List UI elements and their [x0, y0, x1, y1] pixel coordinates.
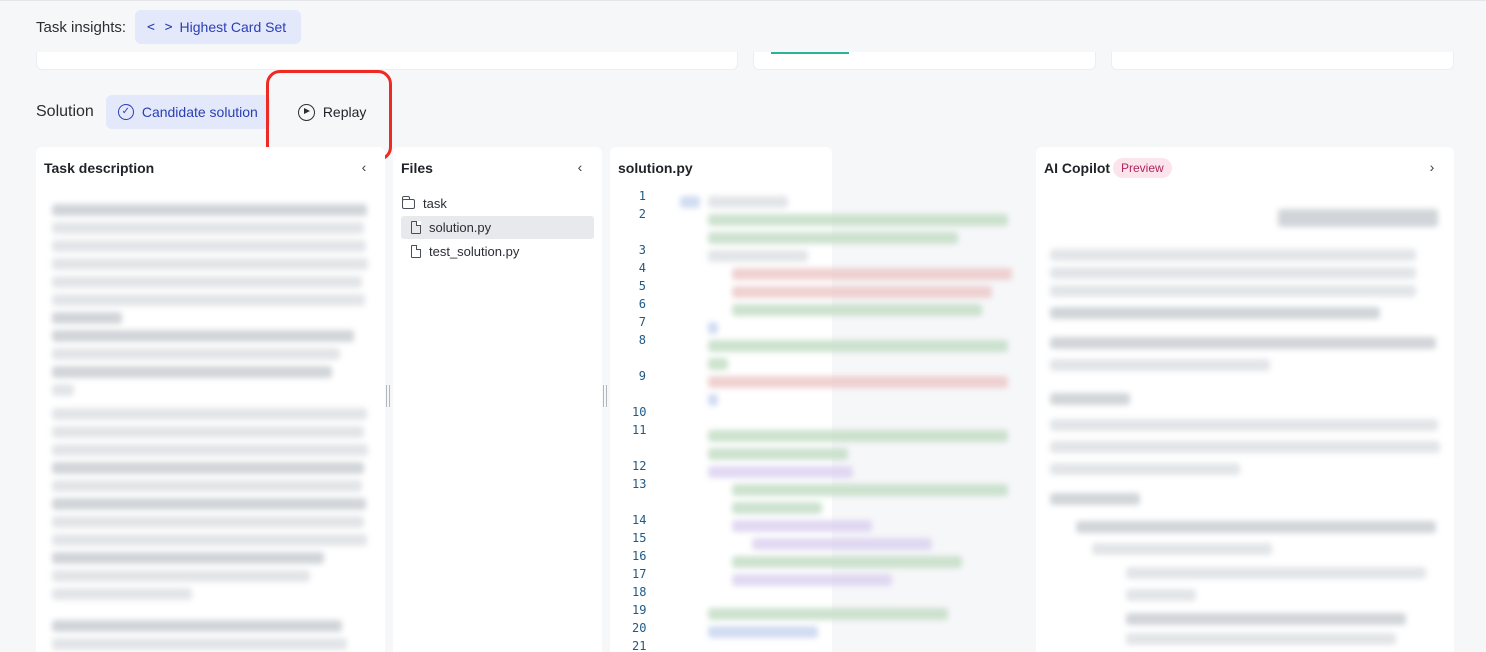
play-circle-icon: [297, 103, 315, 121]
ai-copilot-title: AI Copilot: [1044, 160, 1111, 176]
line-number: 15: [632, 531, 647, 545]
insight-card: [1111, 52, 1454, 70]
task-description-panel: Task description ‹: [36, 147, 385, 652]
task-insights-row: Task insights: < > Highest Card Set: [36, 10, 302, 44]
chevron-right-icon[interactable]: ›: [1422, 157, 1442, 177]
line-number: 10: [632, 405, 647, 419]
code-content[interactable]: [672, 188, 1036, 652]
candidate-solution-label: Candidate solution: [141, 104, 258, 120]
line-number: 3: [638, 243, 646, 257]
line-number: 16: [632, 549, 647, 563]
code-brackets-icon: < >: [147, 19, 174, 35]
file-item-solution[interactable]: solution.py: [401, 216, 594, 239]
panel-resize-handle[interactable]: [386, 385, 390, 407]
line-number: 13: [632, 477, 647, 491]
files-title: Files: [401, 160, 433, 176]
file-label: test_solution.py: [429, 244, 520, 259]
file-icon: [411, 221, 421, 234]
panel-resize-handle[interactable]: [603, 385, 607, 407]
check-circle-icon: ✓: [117, 104, 134, 120]
line-number: 1: [638, 189, 646, 203]
line-number: 9: [638, 369, 646, 383]
line-number: 8: [638, 333, 646, 347]
folder-label: task: [423, 196, 447, 211]
chevron-left-icon[interactable]: ‹: [570, 157, 590, 177]
file-item-test-solution[interactable]: test_solution.py: [401, 240, 594, 263]
line-number: 5: [638, 279, 646, 293]
card-accent-bar: [771, 52, 849, 54]
insight-card: [753, 52, 1096, 70]
task-description-title: Task description: [44, 160, 155, 176]
preview-badge: Preview: [1113, 158, 1172, 178]
line-number: 11: [632, 423, 647, 437]
task-insights-chip-label: Highest Card Set: [179, 19, 287, 35]
line-number: 12: [632, 459, 647, 473]
insight-card: [36, 52, 738, 70]
line-number: 4: [638, 261, 646, 275]
line-number: 17: [632, 567, 647, 581]
replay-button[interactable]: Replay: [284, 95, 381, 129]
files-panel: Files ‹ task solution.py test_solution.p…: [393, 147, 602, 652]
folder-item-task[interactable]: task: [401, 192, 594, 215]
line-number: 7: [638, 315, 646, 329]
file-label: solution.py: [429, 220, 492, 235]
line-number: 2: [638, 207, 646, 221]
code-file-title: solution.py: [618, 160, 693, 176]
line-number: 20: [632, 621, 647, 635]
solution-bar: Solution ✓ Candidate solution Replay: [36, 95, 380, 129]
line-number: 21: [632, 639, 647, 652]
folder-icon: [402, 195, 415, 209]
chevron-left-icon[interactable]: ‹: [354, 157, 374, 177]
line-number: 18: [632, 585, 647, 599]
line-number: 19: [632, 603, 647, 617]
line-number: 6: [638, 297, 646, 311]
top-divider: [0, 0, 1486, 1]
solution-label: Solution: [36, 103, 94, 120]
task-insights-label: Task insights:: [36, 18, 127, 36]
ai-copilot-panel: AI Copilot ›: [1036, 147, 1454, 652]
line-number: 14: [632, 513, 647, 527]
candidate-solution-tab[interactable]: ✓ Candidate solution: [105, 95, 270, 129]
file-icon: [411, 245, 421, 258]
replay-label: Replay: [322, 104, 367, 120]
task-insights-chip[interactable]: < > Highest Card Set: [135, 10, 302, 44]
